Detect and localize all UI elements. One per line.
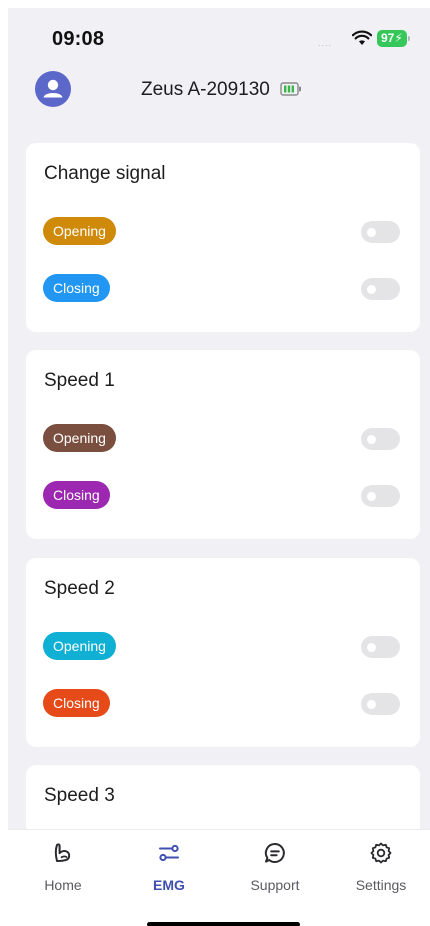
chat-bubble-icon xyxy=(264,842,285,863)
wifi-icon xyxy=(352,30,372,45)
opening-toggle[interactable] xyxy=(361,428,400,450)
tab-label: Settings xyxy=(355,877,407,893)
arm-muscle-icon xyxy=(54,843,71,862)
opening-badge: Opening xyxy=(43,632,116,660)
toggle-knob xyxy=(367,643,376,652)
closing-toggle[interactable] xyxy=(361,485,400,507)
bottom-tab-bar: Home EMG Support Settings xyxy=(8,829,430,900)
card-change-signal: Change signal Opening Closing xyxy=(26,143,420,332)
opening-toggle[interactable] xyxy=(361,221,400,243)
closing-badge: Closing xyxy=(43,689,110,717)
toggle-knob xyxy=(367,285,376,294)
tab-home[interactable]: Home xyxy=(8,830,118,900)
closing-toggle[interactable] xyxy=(361,693,400,715)
user-avatar-icon[interactable] xyxy=(35,71,71,107)
toggle-knob xyxy=(367,435,376,444)
tab-label: Support xyxy=(250,877,300,893)
card-title: Speed 2 xyxy=(44,578,115,599)
home-indicator xyxy=(147,922,300,926)
card-speed-1: Speed 1 Opening Closing xyxy=(26,350,420,539)
card-speed-2: Speed 2 Opening Closing xyxy=(26,558,420,747)
opening-badge: Opening xyxy=(43,424,116,452)
status-time: 09:08 xyxy=(52,28,105,50)
app-screen: 09:08 .... 97⚡ Zeus A-209130 Change sign… xyxy=(8,8,430,830)
toggle-knob xyxy=(367,492,376,501)
tab-label: EMG xyxy=(153,877,185,893)
tab-support[interactable]: Support xyxy=(220,830,330,900)
closing-toggle[interactable] xyxy=(361,278,400,300)
card-speed-3: Speed 3 xyxy=(26,765,420,830)
opening-badge: Opening xyxy=(43,217,116,245)
gear-icon xyxy=(370,842,392,864)
status-battery-level: 97 xyxy=(381,31,395,45)
card-title: Speed 1 xyxy=(44,370,115,391)
card-title: Speed 3 xyxy=(44,785,115,806)
closing-badge: Closing xyxy=(43,481,110,509)
card-title: Change signal xyxy=(44,163,166,184)
toggle-knob xyxy=(367,700,376,709)
tab-label: Home xyxy=(44,877,82,893)
app-frame: 09:08 .... 97⚡ Zeus A-209130 Change sign… xyxy=(0,0,430,926)
cellular-signal-icon: .... xyxy=(318,38,333,48)
device-name: Zeus A-209130 xyxy=(141,79,270,100)
device-battery-icon xyxy=(280,82,301,96)
tab-settings[interactable]: Settings xyxy=(326,830,430,900)
sliders-icon xyxy=(159,844,179,862)
status-battery-indicator: 97⚡ xyxy=(377,30,410,47)
opening-toggle[interactable] xyxy=(361,636,400,658)
tab-emg[interactable]: EMG xyxy=(114,830,224,900)
person-glyph-icon xyxy=(43,79,63,98)
closing-badge: Closing xyxy=(43,274,110,302)
charging-bolt-icon: ⚡ xyxy=(394,31,403,45)
toggle-knob xyxy=(367,228,376,237)
